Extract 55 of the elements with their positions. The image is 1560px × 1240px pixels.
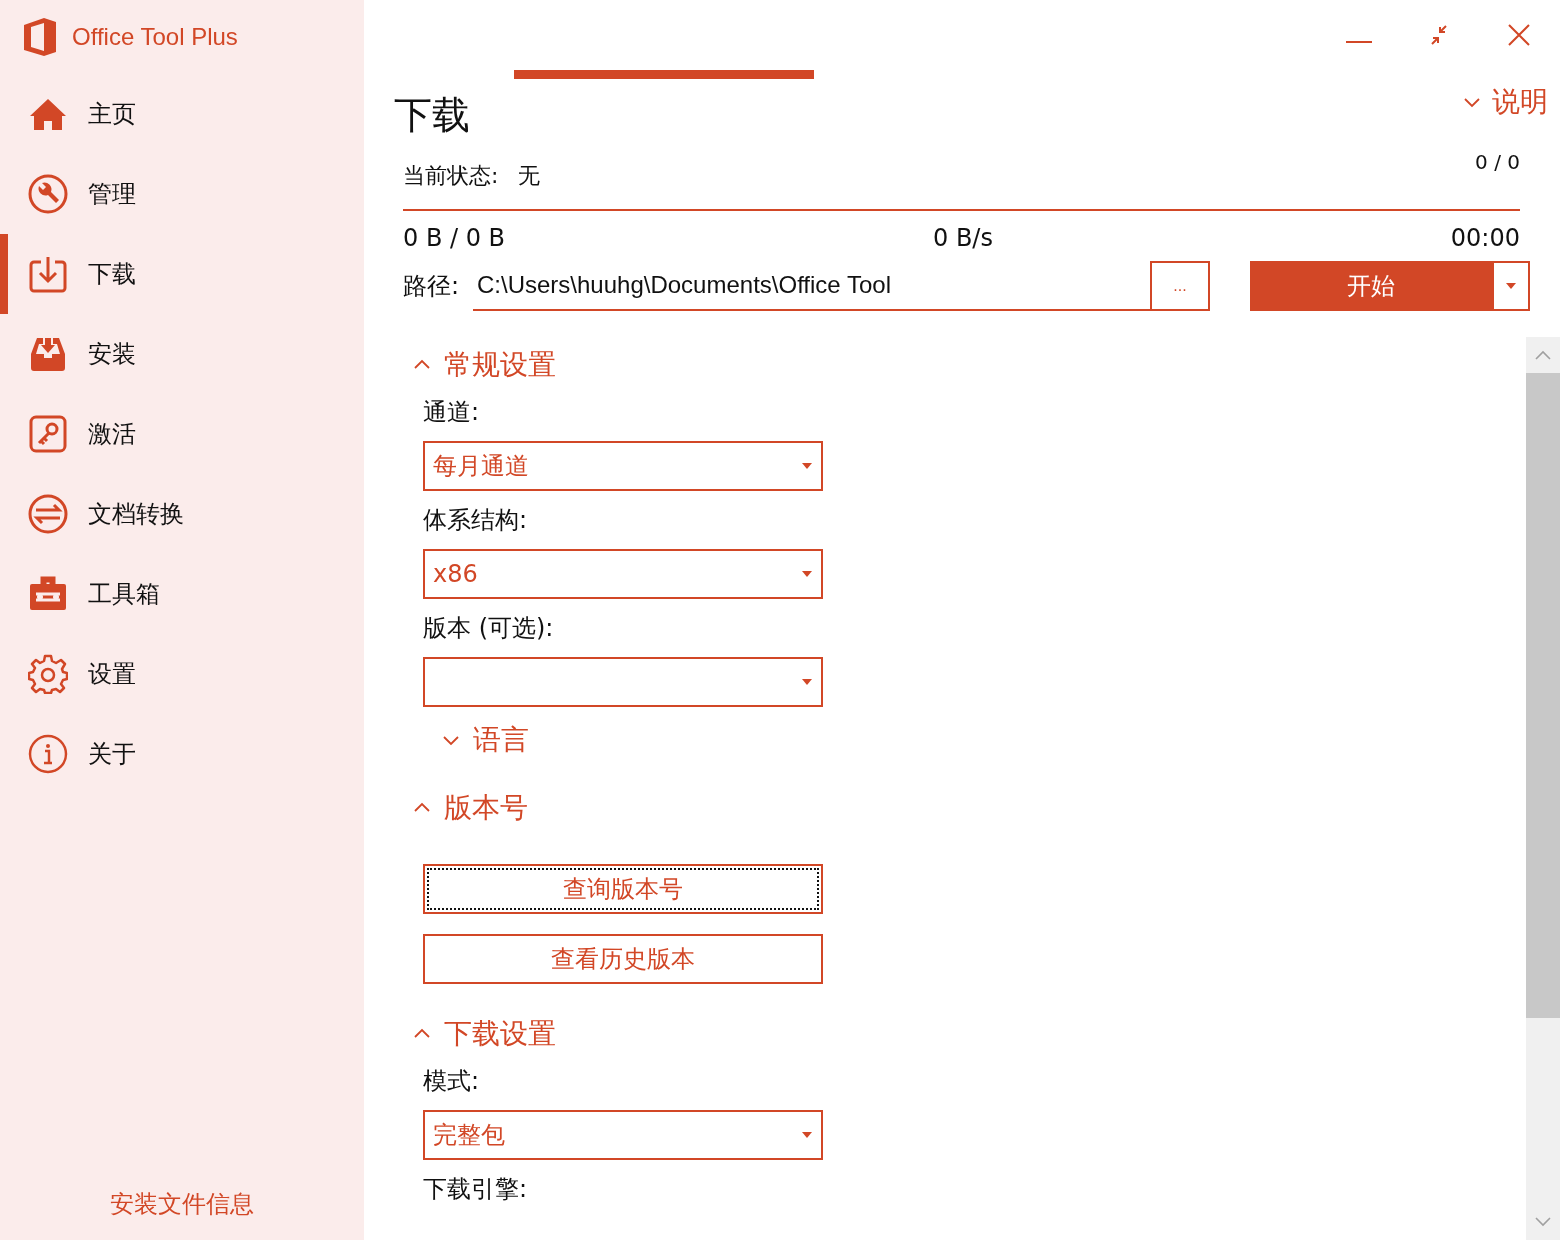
swap-arrows-icon [28, 494, 68, 534]
settings-icon [28, 654, 68, 694]
download-icon [28, 254, 68, 294]
office-logo-icon [22, 17, 58, 57]
key-icon [28, 414, 68, 454]
start-dropdown-button[interactable] [1492, 261, 1530, 311]
status-label: 当前状态: [403, 162, 499, 190]
subsection-header[interactable]: 语言 [423, 722, 529, 758]
path-field[interactable]: C:\Users\huuhg\Documents\Office Tool [473, 261, 1150, 311]
scroll-down-icon[interactable] [1533, 1216, 1553, 1228]
sidebar-item[interactable]: 工具箱 [0, 554, 364, 634]
outline-button[interactable]: 查询版本号 [423, 864, 823, 914]
field-label: 版本 (可选): [423, 613, 554, 644]
sidebar-item[interactable]: 设置 [0, 634, 364, 714]
sidebar-item[interactable]: 管理 [0, 154, 364, 234]
dropdown[interactable] [423, 657, 823, 707]
sidebar-item[interactable]: 文档转换 [0, 474, 364, 554]
scrollbar-thumb[interactable] [1526, 373, 1560, 1018]
help-toggle[interactable]: 说明 [1462, 80, 1548, 124]
start-button[interactable]: 开始 [1250, 261, 1492, 311]
page-title: 下载 [394, 92, 470, 139]
caret-icon [801, 570, 813, 578]
field-label: 模式: [423, 1066, 480, 1097]
dropdown[interactable]: x86 [423, 549, 823, 599]
caret-icon [801, 462, 813, 470]
dropdown[interactable]: 完整包 [423, 1110, 823, 1160]
app-title: Office Tool Plus [72, 23, 238, 51]
section-header[interactable]: 常规设置 [412, 347, 1526, 383]
path-label: 路径: [403, 271, 461, 302]
downloaded-size: 0 B / 0 B [403, 224, 507, 252]
browse-button[interactable]: ... [1150, 261, 1210, 311]
section-header[interactable]: 下载设置 [412, 1016, 1526, 1052]
sidebar-item[interactable]: 主页 [0, 74, 364, 154]
sidebar-item[interactable]: 关于 [0, 714, 364, 794]
section-header[interactable]: 版本号 [412, 790, 1526, 826]
install-file-info-link[interactable]: 安装文件信息 [110, 1188, 254, 1220]
caret-icon [801, 678, 813, 686]
dropdown[interactable]: 每月通道 [423, 441, 823, 491]
download-speed: 0 B/s [933, 224, 993, 252]
field-label: 通道: [423, 397, 480, 428]
sidebar-item[interactable]: 激活 [0, 394, 364, 474]
scroll-up-icon[interactable] [1533, 349, 1553, 361]
wrench-icon [28, 174, 68, 214]
sidebar-item[interactable]: 安装 [0, 314, 364, 394]
status-value: 无 [518, 162, 541, 190]
elapsed-time: 00:00 [1450, 224, 1520, 252]
task-count: 0 / 0 [1475, 150, 1520, 174]
scrollbar[interactable] [1526, 337, 1560, 1240]
field-label: 下载引擎: [423, 1174, 528, 1205]
caret-icon [801, 1131, 813, 1139]
caret-icon [1505, 282, 1517, 290]
outline-button[interactable]: 查看历史版本 [423, 934, 823, 984]
info-icon [28, 734, 68, 774]
sidebar-item[interactable]: 下载 [0, 234, 364, 314]
field-label: 体系结构: [423, 505, 528, 536]
